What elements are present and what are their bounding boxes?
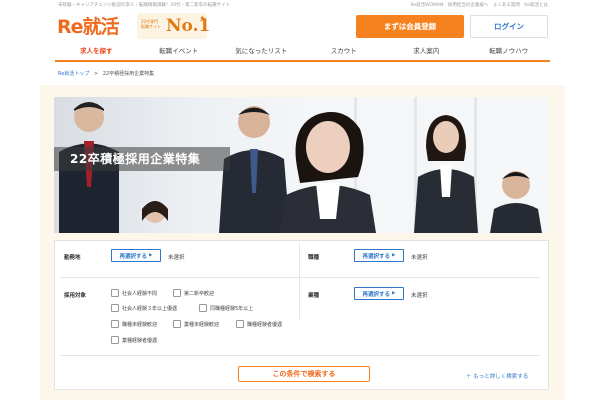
- play-arrow-icon: ▶: [149, 253, 153, 258]
- checkbox-box[interactable]: [111, 304, 119, 312]
- location-label: 勤務地: [64, 255, 81, 261]
- hero-banner: 22卒積極採用企業特集: [54, 97, 549, 233]
- nav-item-events[interactable]: 転職イベント: [138, 42, 221, 60]
- nav-item-job-guide[interactable]: 求人案内: [385, 42, 468, 60]
- login-button[interactable]: ログイン: [470, 15, 548, 38]
- industry-label: 業種: [308, 293, 320, 299]
- breadcrumb-current: 22卒積極採用企業特集: [102, 71, 155, 77]
- checkbox-label: 職種経験者優遇: [247, 321, 283, 328]
- top-links: Re就活WOMAN 採用担当の企業様へ よくある質問 Re就活とは: [407, 2, 548, 8]
- industry-reselect-button[interactable]: 再選択する ▶: [354, 287, 404, 300]
- checkbox-label: 社会人経験３年以上優遇: [122, 305, 178, 312]
- checkbox-job-newcomer[interactable]: 職種未経験歓迎: [111, 320, 157, 328]
- play-arrow-icon: ▶: [392, 253, 396, 258]
- main-nav: 求人を探す 転職イベント 気になったリスト スカウト 求人案内 転職ノウハウ: [55, 42, 550, 62]
- location-reselect-label: 再選択する: [119, 253, 148, 260]
- checkbox-label: 第二新卒歓迎: [184, 290, 215, 297]
- checkbox-second-graduate[interactable]: 第二新卒歓迎: [173, 289, 214, 297]
- checkbox-job-experienced[interactable]: 職種経験者優遇: [236, 320, 282, 328]
- location-value: 未選択: [168, 255, 185, 261]
- site-logo[interactable]: Re就活: [57, 12, 120, 39]
- breadcrumb-separator: >: [93, 71, 99, 77]
- ranking-caption: 20代専門 転職サイト: [141, 19, 161, 29]
- top-link-about[interactable]: Re就活とは: [524, 3, 548, 8]
- hero-title: 22卒積極採用企業特集: [70, 152, 201, 166]
- industry-reselect-label: 再選択する: [362, 291, 391, 298]
- checkbox-box[interactable]: [111, 336, 119, 344]
- breadcrumb: Re就活トップ > 22卒積極採用企業特集: [58, 70, 154, 77]
- checkbox-industry-newcomer[interactable]: 業種未経験歓迎: [173, 320, 219, 328]
- nav-item-search-jobs[interactable]: 求人を探す: [55, 42, 138, 60]
- site-tagline: 未経験・キャリアチェンジ歓迎の求人｜転職情報満載！20代・第二新卒の転職サイト: [58, 3, 231, 8]
- nav-item-knowhow[interactable]: 転職ノウハウ: [468, 42, 551, 60]
- top-link-faq[interactable]: よくある質問: [493, 3, 520, 8]
- checkbox-box[interactable]: [236, 320, 244, 328]
- industry-value: 未選択: [411, 293, 428, 299]
- checkbox-label: 業種未経験歓迎: [184, 321, 220, 328]
- target-label: 採用対象: [64, 293, 87, 299]
- panel-divider-bottom: [60, 355, 540, 356]
- checkbox-box[interactable]: [199, 304, 207, 312]
- top-link-woman[interactable]: Re就活WOMAN: [410, 3, 443, 8]
- job-type-reselect-button[interactable]: 再選択する ▶: [354, 249, 404, 262]
- checkbox-label: 社会人経験不問: [122, 290, 158, 297]
- checkbox-no-experience[interactable]: 社会人経験不問: [111, 289, 157, 297]
- search-submit-button[interactable]: この条件で検索する: [238, 366, 370, 382]
- checkbox-label: 業種経験者優遇: [122, 337, 158, 344]
- checkbox-label: 同職種経験5年以上: [210, 305, 254, 312]
- advanced-search-link[interactable]: ＋ もっと詳しく検索する: [466, 372, 528, 380]
- logo-latin: Re: [57, 16, 84, 38]
- sparkle-icon: ✦: [199, 14, 206, 23]
- location-reselect-button[interactable]: 再選択する ▶: [111, 249, 161, 262]
- checkbox-box[interactable]: [173, 320, 181, 328]
- nav-item-scout[interactable]: スカウト: [303, 42, 386, 60]
- play-arrow-icon: ▶: [392, 291, 396, 296]
- breadcrumb-home[interactable]: Re就活トップ: [58, 71, 89, 77]
- job-type-label: 職種: [308, 255, 320, 261]
- register-button[interactable]: まずは会員登録: [356, 15, 464, 38]
- panel-divider-horizontal: [60, 277, 540, 278]
- job-type-reselect-label: 再選択する: [362, 253, 391, 260]
- logo-jp: 就活: [82, 16, 120, 38]
- job-type-value: 未選択: [411, 255, 428, 261]
- checkbox-box[interactable]: [111, 320, 119, 328]
- checkbox-3yr-experience[interactable]: 社会人経験３年以上優遇: [111, 304, 177, 312]
- panel-divider-vertical: [299, 243, 300, 319]
- nav-item-favorites[interactable]: 気になったリスト: [220, 42, 303, 60]
- checkbox-industry-experienced[interactable]: 業種経験者優遇: [111, 336, 157, 344]
- checkbox-5yr-same-job[interactable]: 同職種経験5年以上: [199, 304, 253, 312]
- top-link-recruiter[interactable]: 採用担当の企業様へ: [448, 3, 489, 8]
- checkbox-box[interactable]: [111, 289, 119, 297]
- ranking-badge: 20代専門 転職サイト No.1 ✦: [137, 13, 210, 39]
- checkbox-label: 職種未経験歓迎: [122, 321, 158, 328]
- checkbox-box[interactable]: [173, 289, 181, 297]
